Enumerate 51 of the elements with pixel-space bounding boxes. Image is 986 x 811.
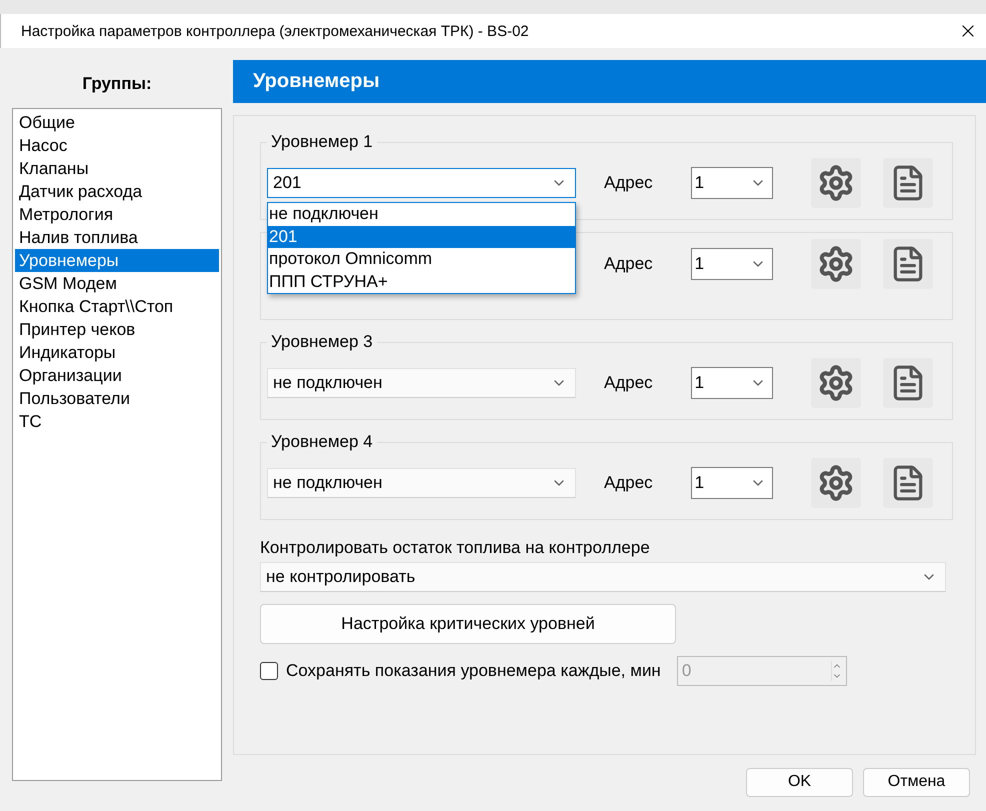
settings-button[interactable] xyxy=(810,158,861,208)
settings-button[interactable] xyxy=(810,458,861,508)
dropdown-option[interactable]: 201 xyxy=(268,226,575,248)
sidebar-item[interactable]: Уровнемеры xyxy=(15,249,219,272)
checkbox-label: Сохранять показания уровнемера каждые, мин xyxy=(286,661,661,681)
settings-button[interactable] xyxy=(810,239,861,289)
settings-button[interactable] xyxy=(810,358,861,408)
document-button[interactable] xyxy=(882,358,933,408)
dropdown-option[interactable]: ППП СТРУНА+ xyxy=(268,270,575,293)
sidebar-item[interactable]: GSM Модем xyxy=(15,272,219,295)
sidebar-item[interactable]: Пользователи xyxy=(15,387,219,410)
dropdown-option[interactable]: протокол Omnicomm xyxy=(268,248,575,270)
gauge-type-select[interactable]: не подключен xyxy=(267,368,576,398)
document-button[interactable] xyxy=(882,158,933,208)
gauge-type-select[interactable]: 201 xyxy=(267,168,576,198)
address-select[interactable]: 1 xyxy=(690,467,773,499)
gauge-type-select[interactable]: не подключен xyxy=(267,468,576,498)
group-title: Уровнемер 3 xyxy=(270,332,374,352)
sidebar-item[interactable]: ТС xyxy=(15,410,219,433)
address-select[interactable]: 1 xyxy=(690,248,773,280)
address-select[interactable]: 1 xyxy=(690,167,773,199)
sidebar-item[interactable]: Клапаны xyxy=(15,157,219,180)
sidebar-item[interactable]: Кнопка Старт\\Стоп xyxy=(15,295,219,318)
critical-levels-button[interactable]: Настройка критических уровней xyxy=(260,604,676,644)
address-label: Адрес xyxy=(604,473,653,493)
checkbox[interactable] xyxy=(260,662,278,680)
address-label: Адрес xyxy=(604,254,653,274)
fuel-control-select[interactable]: не контролировать xyxy=(260,562,946,592)
sidebar-item[interactable]: Индикаторы xyxy=(15,341,219,364)
group-title: Уровнемер 1 xyxy=(270,132,374,152)
group-title: Уровнемер 4 xyxy=(270,432,374,452)
document-button[interactable] xyxy=(882,239,933,289)
sidebar-title: Группы: xyxy=(81,73,153,95)
sidebar-item[interactable]: Датчик расхода xyxy=(15,180,219,203)
sidebar-item[interactable]: Насос xyxy=(15,134,219,157)
address-label: Адрес xyxy=(604,173,653,193)
address-select[interactable]: 1 xyxy=(690,367,773,399)
window-title: Настройка параметров контроллера (электромеханическая ТРК) - BS-02 xyxy=(21,22,529,40)
spin-arrows-icon[interactable] xyxy=(830,661,842,681)
sidebar-item[interactable]: Принтер чеков xyxy=(15,318,219,341)
fuel-control-label: Контролировать остаток топлива на контроллере xyxy=(260,538,651,558)
sidebar-item[interactable]: Общие xyxy=(15,111,219,134)
document-button[interactable] xyxy=(882,458,933,508)
address-label: Адрес xyxy=(604,373,653,393)
sidebar-item[interactable]: Метрология xyxy=(15,203,219,226)
dialog-button[interactable]: Отмена xyxy=(863,768,970,796)
sidebar-item[interactable]: Организации xyxy=(15,364,219,387)
dropdown-option[interactable]: не подключен xyxy=(268,203,575,226)
dialog-button[interactable]: OK xyxy=(746,768,853,796)
section-header: Уровнемеры xyxy=(233,60,986,103)
sidebar-item[interactable]: Налив топлива xyxy=(15,226,219,249)
